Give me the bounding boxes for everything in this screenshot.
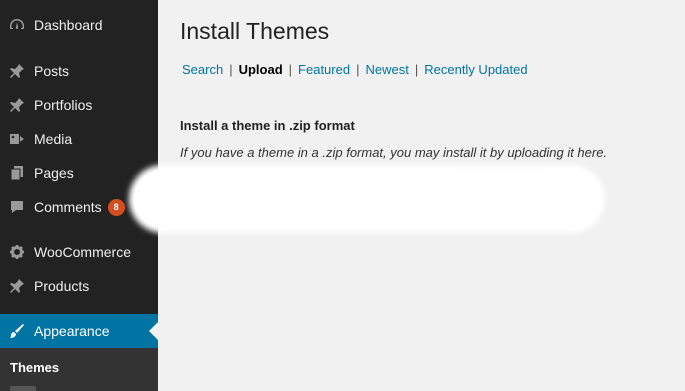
menu-item-posts[interactable]: Posts (0, 54, 158, 88)
appearance-submenu: Themes (0, 348, 158, 391)
menu-item-portfolios[interactable]: Portfolios (0, 88, 158, 122)
page-title: Install Themes (180, 18, 330, 44)
tab-upload[interactable]: Upload (239, 62, 283, 77)
dashboard-icon (0, 17, 34, 33)
media-icon (0, 131, 34, 147)
tab-separator: | (356, 62, 360, 77)
pages-icon (0, 165, 34, 181)
menu-label: Appearance (34, 323, 110, 339)
submenu-item-themes[interactable]: Themes (10, 360, 59, 375)
menu-label: Comments (34, 199, 102, 215)
menu-item-media[interactable]: Media (0, 122, 158, 156)
tab-featured[interactable]: Featured (298, 62, 350, 77)
theme-filter-tabs: Search | Upload | Featured | Newest | Recently U… (182, 62, 528, 77)
menu-label: WooCommerce (34, 244, 131, 260)
tab-search[interactable]: Search (182, 62, 223, 77)
tab-recently-updated[interactable]: Recently Updated (424, 62, 527, 77)
menu-label: Portfolios (34, 97, 93, 113)
menu-label: Posts (34, 63, 70, 79)
menu-item-dashboard[interactable]: Dashboard (0, 8, 158, 42)
tab-newest[interactable]: Newest (365, 62, 408, 77)
menu-label: Products (34, 278, 90, 294)
paintbrush-icon (0, 323, 34, 339)
menu-item-products[interactable]: Products (0, 269, 158, 303)
tab-separator: | (414, 62, 419, 77)
pin-icon (0, 63, 34, 79)
submenu-item-next[interactable] (10, 386, 36, 391)
upload-heading: Install a theme in .zip format (180, 118, 355, 133)
pin-icon (0, 97, 34, 113)
active-menu-arrow (149, 322, 158, 340)
menu-item-pages[interactable]: Pages (0, 156, 158, 190)
menu-item-appearance[interactable]: Appearance (0, 314, 158, 348)
upload-description: If you have a theme in a .zip format, yo… (180, 145, 608, 160)
menu-label: Pages (34, 165, 74, 181)
tab-separator: | (229, 62, 233, 77)
redaction-blur (134, 170, 600, 228)
tab-separator: | (288, 62, 293, 77)
comment-icon (0, 199, 34, 215)
menu-label: Media (34, 131, 73, 147)
menu-item-woocommerce[interactable]: WooCommerce (0, 235, 158, 269)
gear-icon (0, 244, 34, 260)
pin-icon (0, 278, 34, 294)
menu-label: Dashboard (34, 17, 103, 33)
comment-count-badge: 8 (107, 198, 125, 216)
